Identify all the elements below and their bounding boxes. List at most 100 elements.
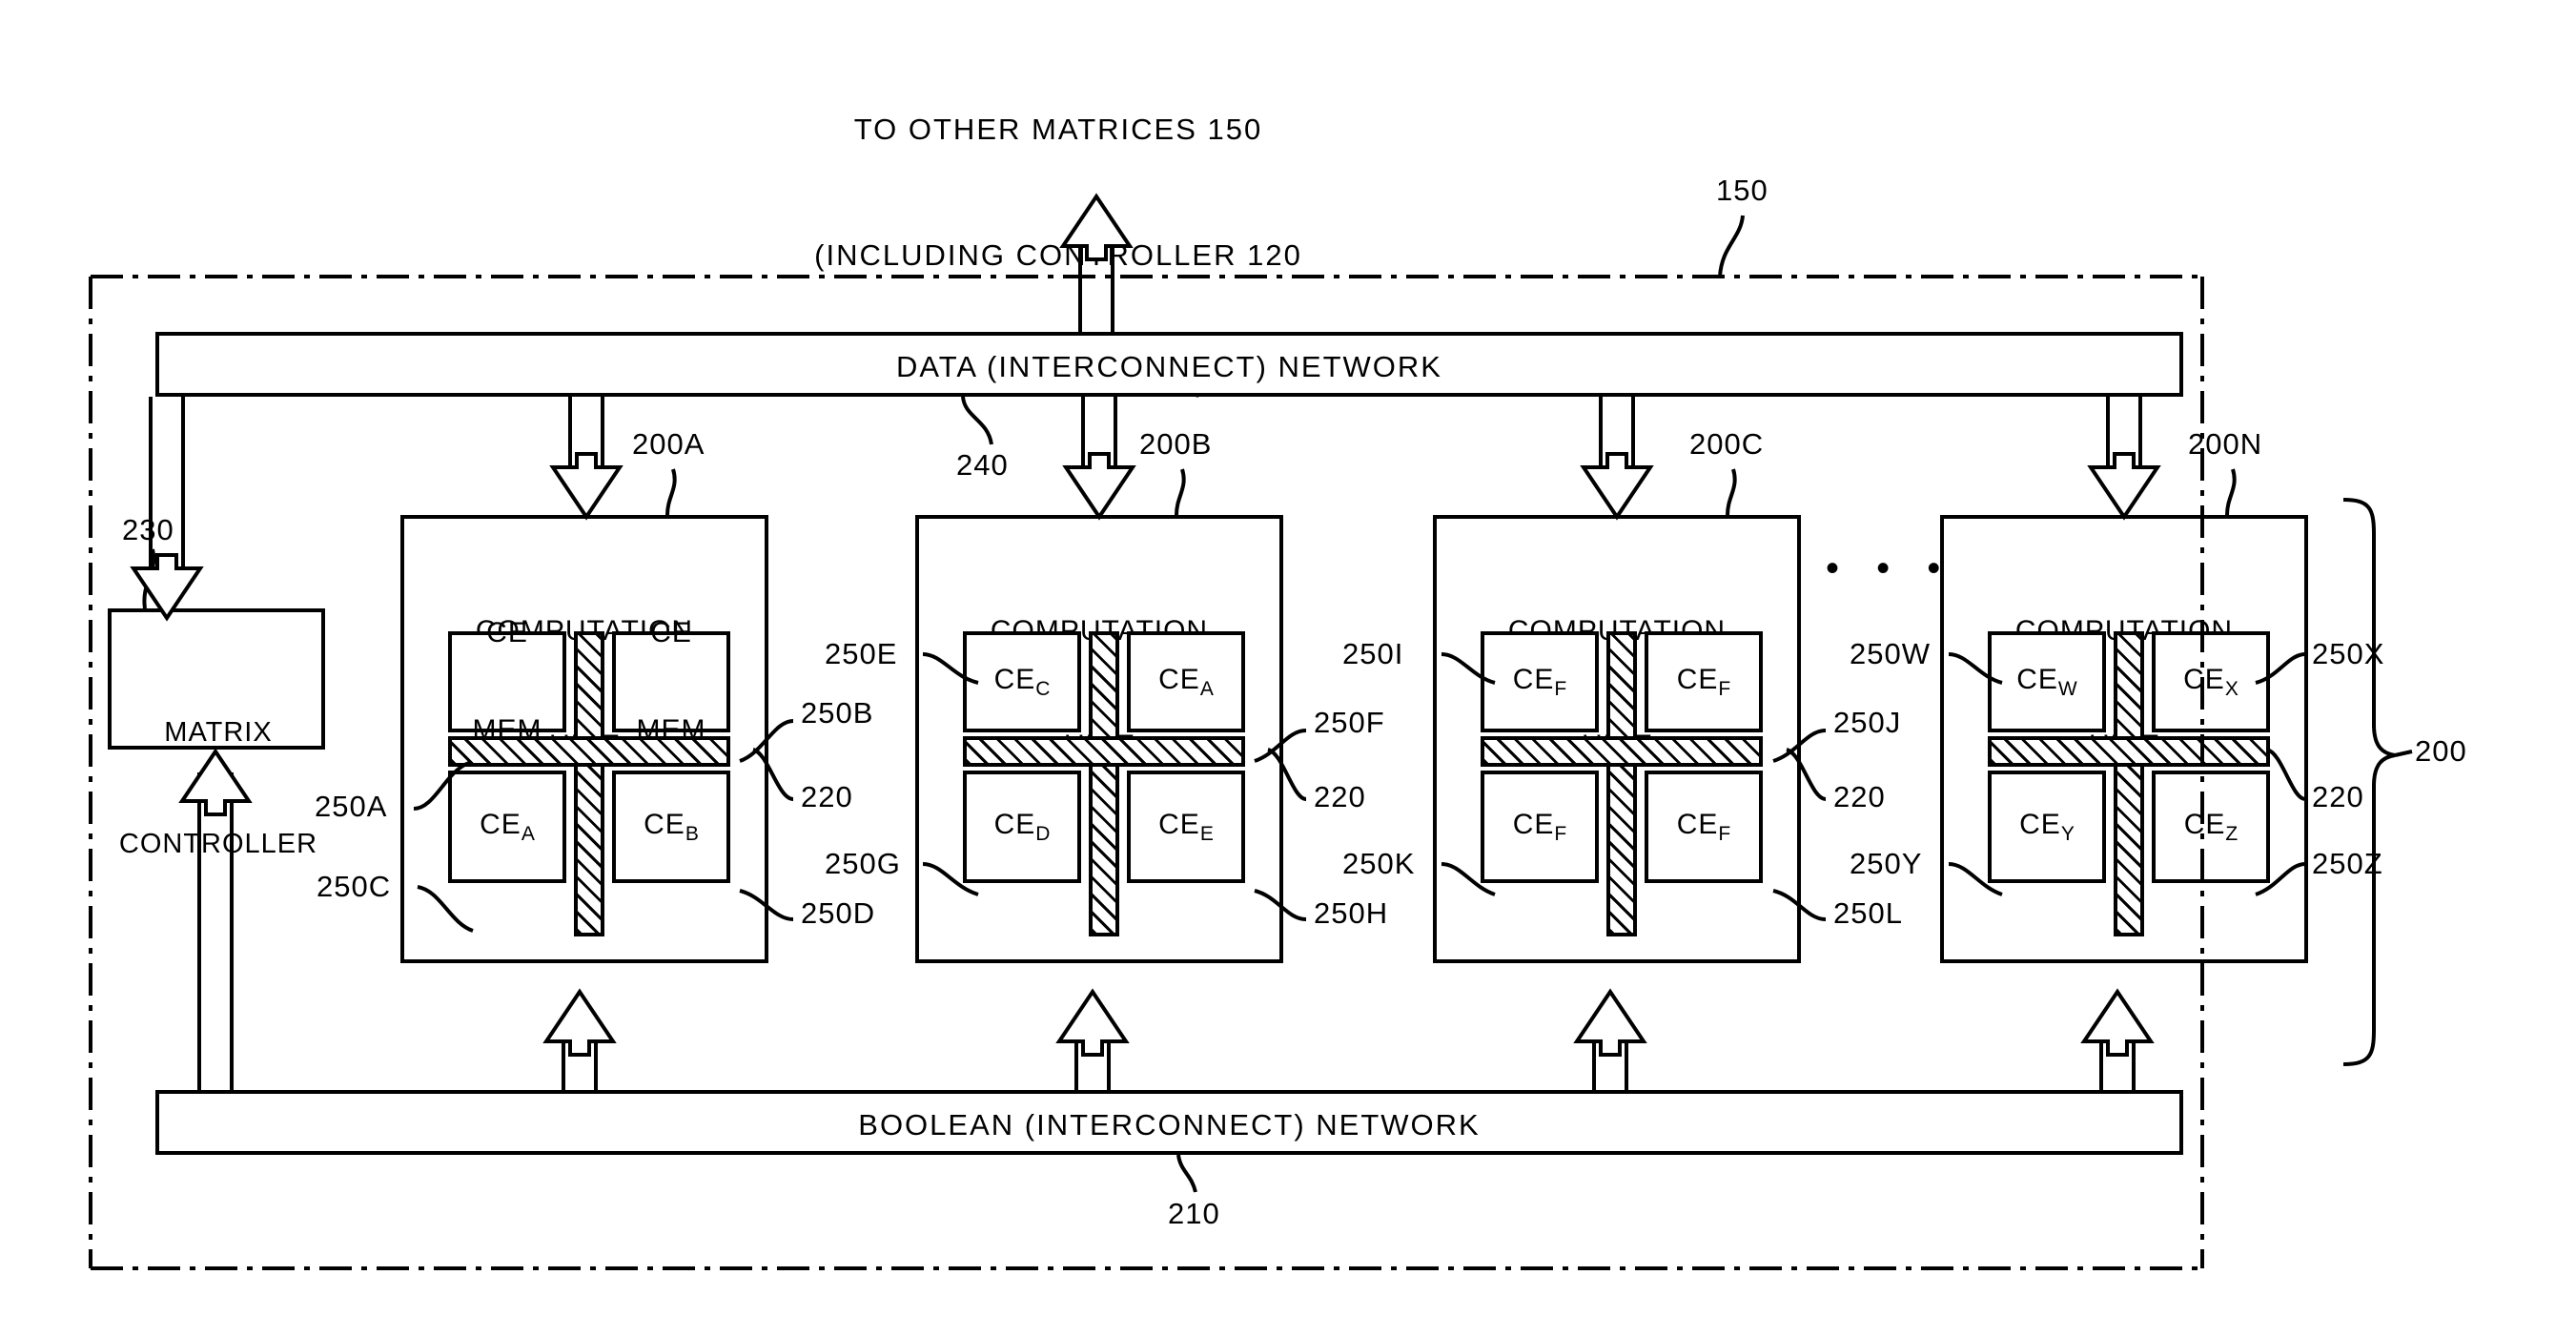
ce-label-bottom: MEM (472, 714, 542, 746)
ellipsis-between-units: • • • (1826, 547, 1954, 589)
ce-cell-label-250L: CEF (1677, 809, 1731, 846)
ce-cell-250C[interactable]: CEA (448, 771, 566, 883)
array-brace-ref-200: 200 (2415, 734, 2467, 768)
header-caption: TO OTHER MATRICES 150 (INCLUDING CONTROL… (725, 25, 1392, 486)
ce-cell-250G[interactable]: CED (963, 771, 1081, 883)
ce-cell-label-250I: CEF (1513, 664, 1567, 701)
unit-ref-200A: 200A (632, 427, 705, 461)
horizontal-interconnect-220 (963, 736, 1245, 767)
computation-unit-200B[interactable]: COMPUTATION UNIT CEC CEA CED CEE (915, 515, 1283, 963)
ce-cell-250H[interactable]: CEE (1127, 771, 1245, 883)
array-brace-tick (2394, 750, 2413, 757)
ce-cell-250K[interactable]: CEF (1481, 771, 1599, 883)
cell-ref-250L: 250L (1833, 896, 1903, 930)
ce-cell-label-250C: CEA (480, 809, 535, 846)
ce-cell-250X[interactable]: CEX (2152, 631, 2270, 732)
ce-label-base: CE (2019, 808, 2061, 840)
ce-label-base: CE (2016, 663, 2058, 695)
cell-ref-250B: 250B (801, 696, 874, 730)
cell-ref-250Z: 250Z (2312, 847, 2383, 880)
ce-label-subscript: F (1718, 677, 1731, 700)
ce-label-subscript: X (2224, 677, 2239, 700)
leader-210 (1176, 1154, 1197, 1193)
ce-cell-250Z[interactable]: CEZ (2152, 771, 2270, 883)
ce-label-subscript: C (1035, 677, 1051, 700)
patent-figure: TO OTHER MATRICES 150 (INCLUDING CONTROL… (0, 0, 2576, 1337)
ce-label-base: CE (480, 808, 521, 840)
computation-unit-200N[interactable]: COMPUTATION UNIT CEW CEX CEY CEZ (1940, 515, 2308, 963)
ce-cell-label-250D: CEB (644, 809, 699, 846)
matrix-controller-line-2: CONTROLLER (118, 829, 318, 859)
ce-cell-label-250E: CEC (994, 664, 1051, 701)
ce-cell-label-250K: CEF (1513, 809, 1567, 846)
unitC-out-arrowhead (1573, 988, 1647, 1057)
vertical-interconnect-220 (1606, 631, 1637, 936)
ce-label-top: CE (486, 617, 528, 648)
vertical-interconnect-220 (1089, 631, 1119, 936)
ce-label-subscript: F (1718, 822, 1731, 845)
computation-unit-200C[interactable]: COMPUTATION UNIT CEF CEF CEF CEF (1433, 515, 1801, 963)
ce-label-base: CE (993, 663, 1036, 695)
horizontal-interconnect-220 (1988, 736, 2270, 767)
ce-cell-label-250G: CED (994, 809, 1051, 846)
data-network-ref-240: 240 (956, 448, 1009, 482)
unitB-out-arrowhead (1055, 988, 1130, 1057)
ce-cell-250Y[interactable]: CEY (1988, 771, 2106, 883)
ce-cell-label-250Y: CEY (2019, 809, 2075, 846)
ce-cell-250I[interactable]: CEF (1481, 631, 1599, 732)
data-network-label: DATA (INTERCONNECT) NETWORK (896, 350, 1442, 383)
ce-label-base: CE (1512, 663, 1555, 695)
cell-ref-250I: 250I (1342, 637, 1404, 670)
cell-ref-250H: 250H (1314, 896, 1389, 930)
vertical-interconnect-220 (574, 631, 604, 936)
ce-cell-250L[interactable]: CEF (1645, 771, 1763, 883)
horizontal-interconnect-220 (1481, 736, 1763, 767)
ce-cell-250W[interactable]: CEW (1988, 631, 2106, 732)
leader-150 (1718, 215, 1745, 278)
unit-ref-200C: 200C (1689, 427, 1765, 461)
cell-ref-250K: 250K (1342, 847, 1416, 880)
ce-cell-label-250F: CEA (1158, 664, 1214, 701)
ce-cell-250J[interactable]: CEF (1645, 631, 1763, 732)
ce-label-base: CE (1158, 808, 1200, 840)
ce-label-subscript: F (1554, 677, 1567, 700)
ce-cell-label-250H: CEE (1158, 809, 1214, 846)
leader-200C (1726, 468, 1737, 516)
matrix-controller-line-1: MATRIX (164, 717, 273, 748)
computation-unit-200A[interactable]: COMPUTATION UNIT CE MEM CE MEM CEA CEB (400, 515, 768, 963)
ce-label-base: CE (993, 808, 1036, 840)
ce-label-subscript: E (1199, 822, 1214, 845)
cell-ref-250C: 250C (317, 870, 392, 903)
ce-label-subscript: A (1199, 677, 1214, 700)
cell-ref-250F: 250F (1314, 706, 1385, 739)
unitN-out-arrowhead (2080, 988, 2155, 1057)
interconnect-ref-220-n: 220 (2312, 780, 2364, 813)
unit-ref-200B: 200B (1139, 427, 1213, 461)
matrix-controller-box[interactable]: MATRIX CONTROLLER (108, 608, 325, 859)
ce-label-base: CE (2183, 808, 2226, 840)
ce-label-base: CE (1158, 663, 1200, 695)
ce-label-subscript: Y (2060, 822, 2075, 845)
unitN-in-arrowhead (2087, 452, 2161, 521)
ce-cell-250F[interactable]: CEA (1127, 631, 1245, 732)
leader-230 (142, 548, 156, 609)
vertical-interconnect-220 (2114, 631, 2144, 936)
unitA-in-arrowhead (549, 452, 624, 521)
ce-cell-250A[interactable]: CE MEM (448, 617, 566, 746)
ce-cell-label-250J: CEF (1677, 664, 1731, 701)
ce-label-subscript: F (1554, 822, 1567, 845)
ce-cell-label-250W: CEW (2016, 664, 2077, 701)
ce-label-subscript: B (685, 822, 699, 845)
cell-ref-250J: 250J (1833, 706, 1902, 739)
ce-cell-250E[interactable]: CEC (963, 631, 1081, 732)
cell-ref-250A: 250A (315, 790, 388, 823)
ce-cell-label-250X: CEX (2183, 664, 2239, 701)
controller-ref-230: 230 (122, 513, 174, 546)
interconnect-ref-220-a: 220 (801, 780, 853, 813)
matrix-ref-150: 150 (1716, 174, 1768, 207)
ce-cell-250D[interactable]: CEB (612, 771, 730, 883)
ce-cell-250B[interactable]: CE MEM (612, 617, 730, 746)
ce-label-top: CE (650, 617, 692, 648)
cell-ref-250E: 250E (825, 637, 898, 670)
cell-ref-250X: 250X (2312, 637, 2385, 670)
